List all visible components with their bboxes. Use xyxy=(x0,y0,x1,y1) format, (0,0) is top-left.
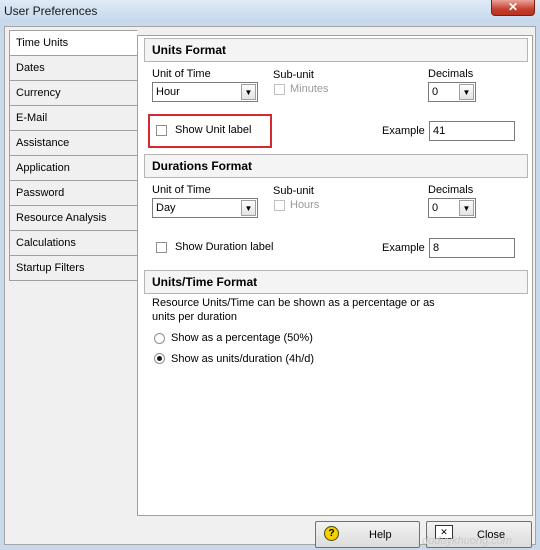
show-percentage-radio[interactable] xyxy=(154,333,165,344)
show-duration-label-checkbox[interactable] xyxy=(156,242,167,253)
tab-label: Dates xyxy=(16,62,45,74)
window-title: User Preferences xyxy=(4,4,98,18)
show-unit-label-checkbox[interactable] xyxy=(156,125,167,136)
tab-label: Application xyxy=(16,162,70,174)
time-units-panel: Units Format Unit of Time Hour ▼ Sub-uni… xyxy=(137,35,533,516)
durations-example-label: Example xyxy=(382,242,425,254)
units-example-label: Example xyxy=(382,125,425,137)
units-unit-of-time-label: Unit of Time xyxy=(152,68,211,80)
show-duration-label-text: Show Duration label xyxy=(175,241,274,253)
tab-label: Calculations xyxy=(16,237,76,249)
window-close-button[interactable]: ✕ xyxy=(491,0,535,16)
tab-resource-analysis[interactable]: Resource Analysis xyxy=(9,205,138,230)
units-subunit-label: Sub-unit xyxy=(273,69,314,81)
tab-label: Password xyxy=(16,187,65,199)
dropdown-value: 0 xyxy=(432,202,439,214)
durations-subunit-value: Hours xyxy=(290,199,320,211)
show-units-duration-radio[interactable] xyxy=(154,353,165,364)
chevron-down-icon[interactable]: ▼ xyxy=(241,84,256,100)
units-subunit-value: Minutes xyxy=(290,83,329,95)
tab-list-filler xyxy=(9,280,138,497)
units-decimals-label: Decimals xyxy=(428,68,474,80)
units-example-field: 41 xyxy=(429,121,515,141)
durations-decimals-label: Decimals xyxy=(428,184,474,196)
units-subunit-checkbox xyxy=(274,84,285,95)
durations-decimals-dropdown[interactable]: 0 ▼ xyxy=(428,198,476,218)
tab-assistance[interactable]: Assistance xyxy=(9,130,138,155)
help-button[interactable]: ? Help xyxy=(315,521,420,548)
window-frame: Time Units Dates Currency E-Mail Assista… xyxy=(0,22,540,550)
durations-unit-of-time-dropdown[interactable]: Day ▼ xyxy=(152,198,258,218)
durations-format-header: Durations Format xyxy=(144,154,528,178)
show-units-duration-label: Show as units/duration (4h/d) xyxy=(171,353,315,365)
units-unit-of-time-dropdown[interactable]: Hour ▼ xyxy=(152,82,258,102)
chevron-down-icon[interactable]: ▼ xyxy=(241,200,256,216)
radio-selected-dot xyxy=(157,356,162,361)
dropdown-value: Day xyxy=(156,202,176,214)
units-decimals-dropdown[interactable]: 0 ▼ xyxy=(428,82,476,102)
tab-label: E-Mail xyxy=(16,112,48,124)
tab-label: Currency xyxy=(16,87,61,99)
help-button-label: Help xyxy=(369,529,392,541)
chevron-down-icon[interactable]: ▼ xyxy=(459,200,474,216)
durations-subunit-checkbox xyxy=(274,200,285,211)
dropdown-value: Hour xyxy=(156,86,180,98)
tab-email[interactable]: E-Mail xyxy=(9,105,138,130)
show-percentage-label: Show as a percentage (50%) xyxy=(171,332,313,344)
durations-unit-of-time-label: Unit of Time xyxy=(152,184,211,196)
units-format-header: Units Format xyxy=(144,38,528,62)
tab-application[interactable]: Application xyxy=(9,155,138,180)
chevron-down-icon[interactable]: ▼ xyxy=(459,84,474,100)
tab-calculations[interactable]: Calculations xyxy=(9,230,138,255)
tab-time-units[interactable]: Time Units xyxy=(9,30,138,55)
dialog-client-area: Time Units Dates Currency E-Mail Assista… xyxy=(4,26,536,548)
tab-label: Time Units xyxy=(16,37,69,49)
units-time-description-2: units per duration xyxy=(152,311,237,323)
show-unit-label-text: Show Unit label xyxy=(175,124,252,136)
tab-label: Startup Filters xyxy=(16,262,85,274)
tab-password[interactable]: Password xyxy=(9,180,138,205)
help-icon: ? xyxy=(324,526,339,541)
title-bar: User Preferences ✕ xyxy=(0,0,540,22)
tab-label: Assistance xyxy=(16,137,70,149)
tab-label: Resource Analysis xyxy=(16,212,107,224)
units-time-format-header: Units/Time Format xyxy=(144,270,528,294)
tab-currency[interactable]: Currency xyxy=(9,80,138,105)
tab-dates[interactable]: Dates xyxy=(9,55,138,80)
units-time-description: Resource Units/Time can be shown as a pe… xyxy=(152,297,435,309)
dropdown-value: 0 xyxy=(432,86,439,98)
tab-startup-filters[interactable]: Startup Filters xyxy=(9,255,138,280)
durations-example-field: 8 xyxy=(429,238,515,258)
durations-subunit-label: Sub-unit xyxy=(273,185,314,197)
watermark-text: doduykhuong.com xyxy=(422,535,512,547)
